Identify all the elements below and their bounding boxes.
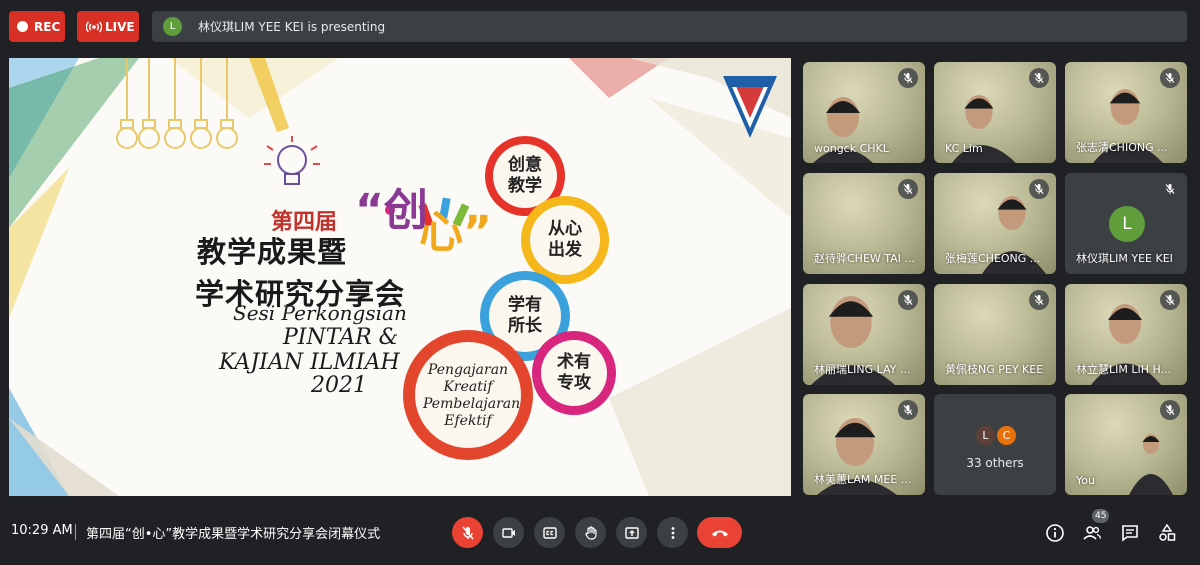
- info-icon: [1046, 524, 1064, 542]
- participant-tile[interactable]: KC Lim: [934, 62, 1056, 163]
- slide-subtitle-kajian: KAJIAN ILMIAH: [219, 350, 400, 375]
- closed-captions-icon: [542, 526, 557, 539]
- circle-label-4: 术有 专攻: [557, 352, 591, 393]
- presenter-avatar: L: [163, 17, 182, 36]
- participant-name: You: [1076, 474, 1095, 487]
- hand-icon: [584, 525, 597, 540]
- participant-name: KC Lim: [945, 142, 983, 155]
- other-participant-avatar: C: [995, 424, 1018, 447]
- present-icon: [624, 526, 639, 539]
- divider: [75, 524, 76, 540]
- present-screen-button[interactable]: [616, 517, 647, 548]
- mic-off-icon: [1160, 290, 1180, 310]
- recording-indicator[interactable]: REC: [9, 11, 65, 42]
- meeting-details-button[interactable]: [1043, 521, 1067, 545]
- meeting-title: 第四届“创•心”教学成果暨学术研究分享会闭幕仪式: [86, 527, 381, 542]
- mic-off-icon: [1029, 68, 1049, 88]
- clock: 10:29 AM: [11, 523, 73, 538]
- broadcast-icon: [86, 21, 102, 32]
- phone-hangup-icon: [711, 530, 728, 536]
- circle-label-5: Pengajaran Kreatif Pembelajaran Efektif: [423, 362, 521, 429]
- participant-avatar: L: [1109, 206, 1145, 242]
- mic-toggle-button[interactable]: [452, 517, 483, 548]
- camera-toggle-button[interactable]: [493, 517, 524, 548]
- mic-off-icon: [898, 179, 918, 199]
- participant-tile[interactable]: 赵待骅CHEW TAI ...: [803, 173, 925, 274]
- people-icon: [1083, 526, 1102, 540]
- chat-icon: [1122, 525, 1138, 542]
- slide-year: 2021: [311, 373, 367, 398]
- mic-off-icon: [1029, 179, 1049, 199]
- chat-button[interactable]: [1118, 521, 1142, 545]
- participant-name: 林美蕙LAM MEE ...: [814, 473, 912, 486]
- slide-title-xin: 心”: [419, 207, 492, 258]
- other-participant-avatar: L: [974, 424, 997, 447]
- mic-off-icon: [898, 68, 918, 88]
- participant-tile[interactable]: 林立慧LIM LIH H...: [1065, 284, 1187, 385]
- more-vertical-icon: [671, 526, 674, 539]
- mic-off-icon: [1029, 290, 1049, 310]
- top-bar: REC LIVE L 林仪琪LIM YEE KEI is presenting: [0, 0, 1200, 52]
- mic-off-icon: [1160, 400, 1180, 420]
- slide-title-line1: 教学成果暨: [197, 235, 348, 269]
- circle-label-2: 从心 出发: [548, 219, 582, 260]
- participant-name: 黄佩枝NG PEY KEE: [945, 363, 1044, 376]
- live-label: LIVE: [105, 19, 135, 34]
- camera-icon: [501, 527, 515, 538]
- participant-tile[interactable]: L C 33 others: [934, 394, 1056, 495]
- mic-off-icon: [1160, 68, 1180, 88]
- more-options-button[interactable]: [657, 517, 688, 548]
- others-avatars: LC: [974, 424, 1018, 447]
- participant-name: 林仪琪LIM YEE KEI: [1076, 252, 1173, 265]
- bottom-bar: 10:29 AM 第四届“创•心”教学成果暨学术研究分享会闭幕仪式 45: [0, 500, 1200, 565]
- participant-tile[interactable]: 林丽瑞LING LAY ...: [803, 284, 925, 385]
- activities-button[interactable]: [1155, 521, 1179, 545]
- mic-off-icon: [898, 400, 918, 420]
- slide-title-chuang: “创: [355, 185, 428, 236]
- others-count-label: 33 others: [966, 456, 1024, 470]
- captions-button[interactable]: [534, 517, 565, 548]
- participant-tile[interactable]: 黄佩枝NG PEY KEE: [934, 284, 1056, 385]
- mic-off-icon: [1160, 179, 1180, 199]
- participant-tile[interactable]: L 林仪琪LIM YEE KEI: [1065, 173, 1187, 274]
- slide-subtitle-pintar: PINTAR &: [283, 325, 399, 350]
- slide-subtitle-sesi: Sesi Perkongsian: [233, 301, 407, 325]
- participant-name: 林丽瑞LING LAY ...: [814, 363, 911, 376]
- participant-name: 林立慧LIM LIH H...: [1076, 363, 1172, 376]
- leave-call-button[interactable]: [697, 517, 742, 548]
- participant-name: 张梅莲CHEONG ...: [945, 252, 1041, 265]
- participant-tile[interactable]: You: [1065, 394, 1187, 495]
- activities-shapes-icon: [1159, 523, 1176, 541]
- participant-tile[interactable]: 张梅莲CHEONG ...: [934, 173, 1056, 274]
- participant-name: 赵待骅CHEW TAI ...: [814, 252, 915, 265]
- circle-label-3: 学有 所长: [508, 295, 542, 336]
- mic-off-icon: [461, 526, 474, 539]
- participant-name: 张志清CHIONG ...: [1076, 141, 1168, 154]
- presentation-slide: 第四届 “创 心” 教学成果暨 学术研究分享会 Sesi Perkongsian…: [9, 58, 791, 496]
- participants-button[interactable]: [1080, 521, 1104, 545]
- participant-tile[interactable]: wongck CHKL: [803, 62, 925, 163]
- live-indicator[interactable]: LIVE: [77, 11, 139, 42]
- raise-hand-button[interactable]: [575, 517, 606, 548]
- rec-label: REC: [34, 19, 61, 34]
- participant-tile[interactable]: 林美蕙LAM MEE ...: [803, 394, 925, 495]
- slide-edition-label: 第四届: [271, 210, 338, 235]
- participants-count-badge: 45: [1092, 509, 1110, 523]
- participant-tile[interactable]: 张志清CHIONG ...: [1065, 62, 1187, 163]
- circle-label-1: 创意 教学: [508, 155, 542, 196]
- presenting-banner: L 林仪琪LIM YEE KEI is presenting: [152, 11, 1187, 42]
- participant-name: wongck CHKL: [814, 142, 889, 155]
- record-dot-icon: [17, 21, 28, 32]
- mic-off-icon: [898, 290, 918, 310]
- presenting-text: 林仪琪LIM YEE KEI is presenting: [198, 20, 386, 34]
